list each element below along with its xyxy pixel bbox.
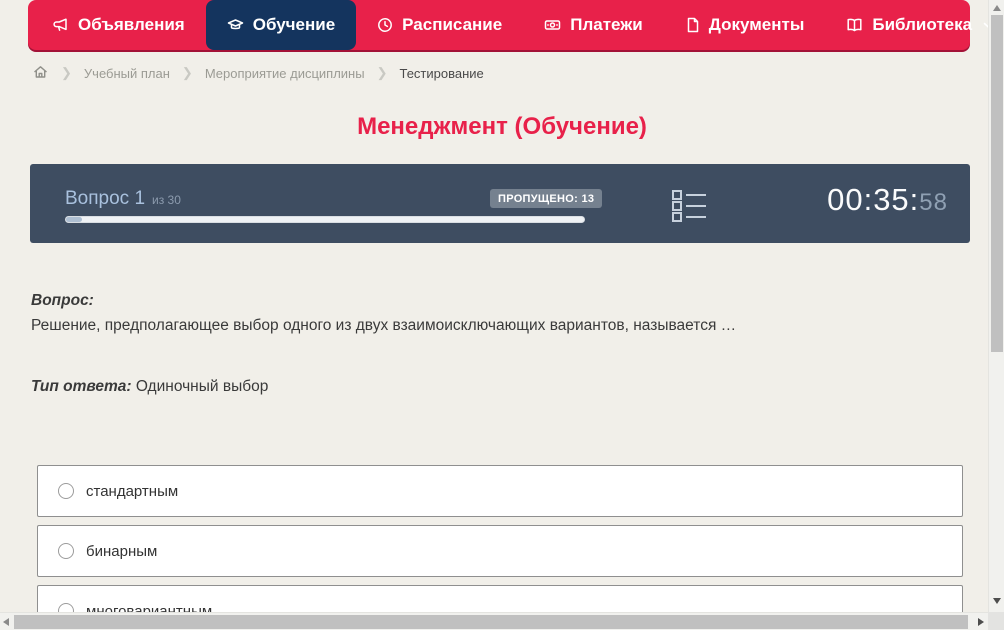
breadcrumb-testing: Тестирование [399,65,484,81]
answer-type-value-text: Одиночный выбор [135,378,269,395]
page-title: Менеджмент (Обучение) [357,113,647,140]
horizontal-scrollbar-thumb[interactable] [14,615,968,629]
answer-option-binary[interactable]: бинарным [37,525,963,577]
question-text: Решение, предполагающее выбор одного из … [31,317,737,334]
nav-item-library[interactable]: Библиотека [825,0,1004,50]
skipped-badge: ПРОПУЩЕНО: 13 [490,189,603,208]
clock-icon [377,17,393,33]
nav-item-label: Документы [708,15,805,34]
question-progress-fill [66,217,82,222]
breadcrumb-separator-icon: ❯ [61,65,72,80]
breadcrumb: ❯ Учебный план ❯ Мероприятие дисциплины … [32,62,484,84]
answer-type: Тип ответа: Одиночный выбор [31,378,268,396]
vertical-scrollbar[interactable] [988,0,1004,630]
main-navbar: Объявления Обучение Расписание Платежи Д… [28,0,994,50]
radio-button-icon[interactable] [58,483,74,499]
timer-seconds: 58 [919,189,948,216]
nav-item-announcements[interactable]: Объявления [32,0,206,50]
nav-item-payments[interactable]: Платежи [523,0,664,50]
home-icon[interactable] [32,64,49,83]
book-icon [846,17,863,33]
nav-item-documents[interactable]: Документы [664,0,826,50]
question-total: из 30 [152,193,181,207]
option-label: стандартным [86,482,179,500]
scroll-down-arrow-icon[interactable] [993,598,1001,604]
timer-minutes: 00:35: [827,182,920,217]
megaphone-icon [53,17,69,33]
scroll-right-arrow-icon[interactable] [978,618,984,626]
breadcrumb-separator-icon: ❯ [376,65,388,80]
timer: 00:35: 58 [827,182,948,218]
vertical-scrollbar-thumb[interactable] [991,15,1003,352]
answer-type-label: Тип ответа: [31,378,132,395]
nav-item-schedule[interactable]: Расписание [356,0,523,50]
nav-item-label: Библиотека [872,15,973,34]
answer-option-standard[interactable]: стандартным [37,465,963,517]
question-list-icon[interactable] [672,189,708,228]
document-icon [685,17,700,33]
horizontal-scrollbar[interactable] [0,612,988,630]
scrollbar-corner [988,612,1004,630]
question-number: Вопрос 1 [65,188,146,209]
radio-button-icon[interactable] [58,543,74,559]
nav-item-label: Обучение [252,15,336,34]
banknote-icon [544,17,561,33]
question-section-label: Вопрос: [31,292,94,309]
breadcrumb-separator-icon: ❯ [181,65,193,80]
graduation-cap-icon [227,17,244,33]
nav-item-label: Расписание [402,15,503,34]
option-label: бинарным [86,542,158,560]
nav-item-training[interactable]: Обучение [205,0,357,50]
nav-item-label: Объявления [78,15,185,34]
breadcrumb-discipline-event[interactable]: Мероприятие дисциплины [205,66,365,81]
nav-item-label: Платежи [570,15,643,34]
breadcrumb-curriculum[interactable]: Учебный план [84,66,170,81]
scroll-up-arrow-icon[interactable] [993,5,1001,11]
question-header-card: Вопрос 1 из 30 ПРОПУЩЕНО: 13 00:35: 58 [30,164,970,243]
scroll-left-arrow-icon[interactable] [3,618,9,626]
question-progress-bar [65,216,585,223]
